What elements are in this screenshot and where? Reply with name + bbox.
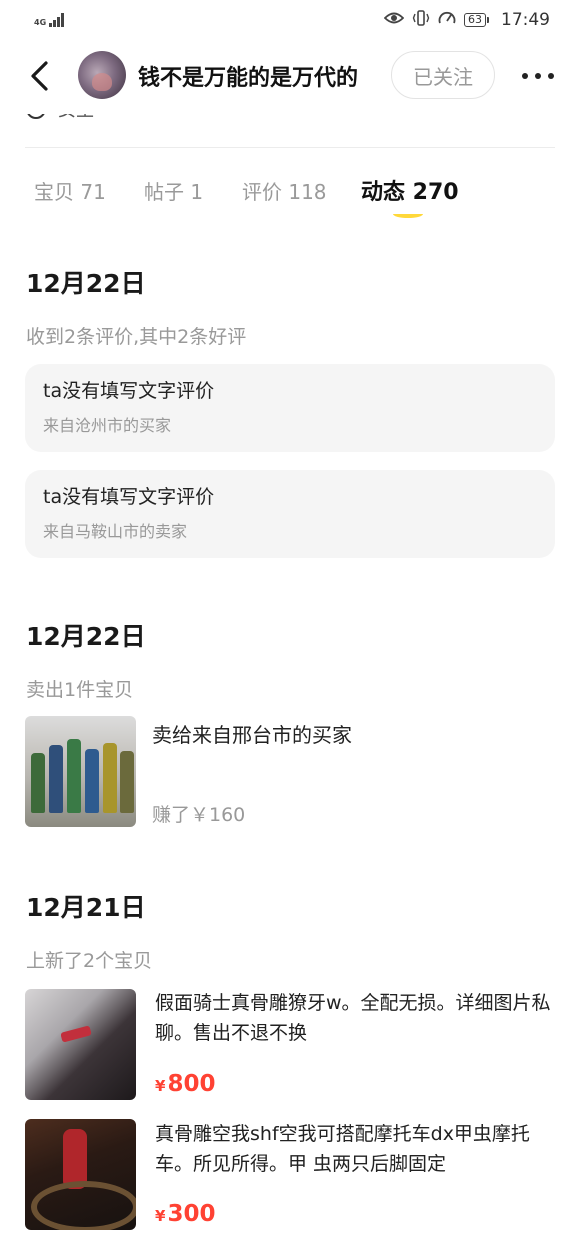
review-text: ta没有填写文字评价 xyxy=(43,380,215,402)
clock: 17:49 xyxy=(501,10,550,30)
item-description[interactable]: 假面骑士真骨雕獠牙w。全配无损。详细图片私聊。售出不退不换 xyxy=(155,988,555,1048)
sold-item-thumbnail[interactable] xyxy=(25,716,136,827)
vibrate-icon xyxy=(412,10,430,30)
divider xyxy=(25,147,555,148)
tab-reviews[interactable]: 评价 118 xyxy=(242,176,327,205)
tab-active-indicator xyxy=(393,210,423,218)
sold-to-text[interactable]: 卖给来自邢台市的买家 xyxy=(152,719,352,748)
tab-activity[interactable]: 动态 270 xyxy=(361,174,459,206)
signal-area: 4G xyxy=(34,13,65,27)
more-button[interactable] xyxy=(520,58,560,94)
tab-posts[interactable]: 帖子 1 xyxy=(144,176,203,205)
review-source: 来自沧州市的买家 xyxy=(43,416,172,435)
signal-icon xyxy=(49,13,65,27)
currency-symbol: ¥ xyxy=(155,1077,166,1095)
date-heading: 12月21日 xyxy=(26,893,146,922)
network-type: 4G xyxy=(34,18,47,27)
shop-name: 钱不是万能的是万代的 xyxy=(138,66,359,91)
back-button[interactable] xyxy=(24,58,54,94)
date-heading: 12月22日 xyxy=(26,269,146,298)
activity-summary: 收到2条评价,其中2条好评 xyxy=(26,326,247,348)
shop-header: 钱不是万能的是万代的 已关注 xyxy=(0,40,580,114)
item-thumbnail[interactable] xyxy=(25,989,136,1100)
review-text: ta没有填写文字评价 xyxy=(43,486,215,508)
eye-icon xyxy=(383,11,405,29)
status-bar: 4G 63 17:49 xyxy=(0,0,580,40)
earned-text: 赚了￥160 xyxy=(152,804,246,826)
item-thumbnail[interactable] xyxy=(25,1119,136,1230)
item-price: ¥800 xyxy=(155,1071,215,1097)
back-arrow-icon xyxy=(31,61,48,91)
tab-items[interactable]: 宝贝 71 xyxy=(34,176,106,205)
activity-summary: 卖出1件宝贝 xyxy=(26,679,134,701)
more-icon xyxy=(522,73,554,79)
item-price: ¥300 xyxy=(155,1201,215,1227)
review-card[interactable]: ta没有填写文字评价 来自马鞍山市的卖家 xyxy=(25,470,555,558)
activity-summary: 上新了2个宝贝 xyxy=(26,950,153,972)
battery-level: 63 xyxy=(464,13,486,27)
price-value: 300 xyxy=(167,1201,216,1227)
date-heading: 12月22日 xyxy=(26,622,146,651)
price-value: 800 xyxy=(167,1071,216,1097)
battery-icon: 63 xyxy=(464,13,489,27)
item-description[interactable]: 真骨雕空我shf空我可搭配摩托车dx甲虫摩托车。所见所得。甲 虫两只后脚固定 xyxy=(155,1119,555,1179)
currency-symbol: ¥ xyxy=(155,1207,166,1225)
follow-button[interactable]: 已关注 xyxy=(391,51,495,99)
status-right: 63 17:49 xyxy=(383,10,550,30)
avatar[interactable] xyxy=(78,51,126,99)
speedometer-icon xyxy=(438,10,456,30)
review-source: 来自马鞍山市的卖家 xyxy=(43,522,188,541)
review-card[interactable]: ta没有填写文字评价 来自沧州市的买家 xyxy=(25,364,555,452)
tab-bar: 宝贝 71 帖子 1 评价 118 动态 270 xyxy=(0,176,580,226)
